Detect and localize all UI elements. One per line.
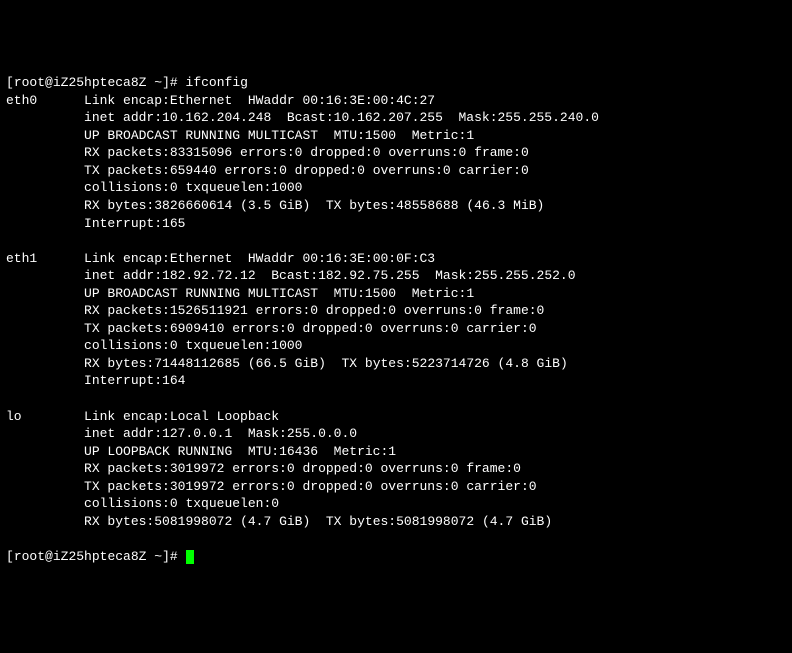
cursor[interactable] [186,550,194,564]
prompt-line-2: [root@iZ25hpteca8Z ~]# [6,549,186,564]
iface-lo: lo Link encap:Local Loopback inet addr:1… [6,408,786,531]
iface-name: eth0 [6,93,37,108]
terminal-output[interactable]: [root@iZ25hpteca8Z ~]# ifconfig eth0 Lin… [6,74,786,565]
iface-eth0: eth0 Link encap:Ethernet HWaddr 00:16:3E… [6,92,786,232]
command-text: ifconfig [186,75,248,90]
iface-name: lo [6,409,22,424]
iface-eth1: eth1 Link encap:Ethernet HWaddr 00:16:3E… [6,250,786,390]
prompt-line: [root@iZ25hpteca8Z ~]# ifconfig [6,75,248,90]
iface-name: eth1 [6,251,37,266]
